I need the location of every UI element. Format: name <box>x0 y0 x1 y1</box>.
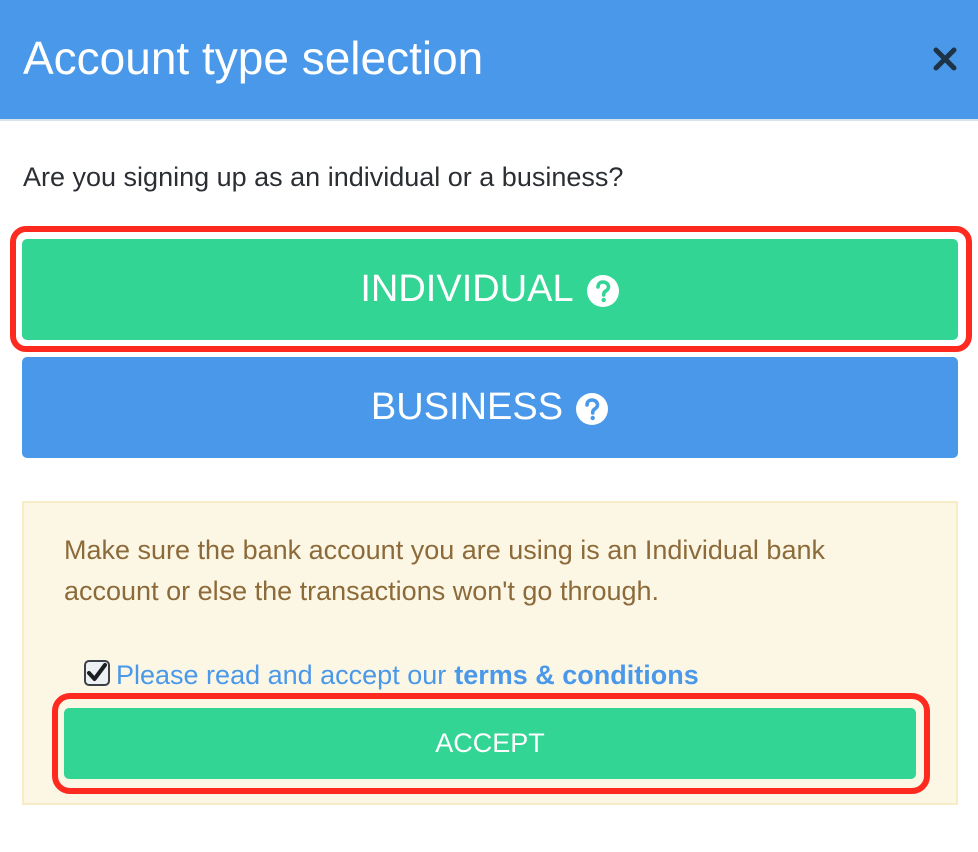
account-type-question: Are you signing up as an individual or a… <box>23 162 624 192</box>
accept-label: ACCEPT <box>435 728 545 758</box>
account-type-modal: Account type selection Are you signing u… <box>0 0 978 852</box>
modal-header: Account type selection <box>0 0 978 121</box>
question-circle-icon[interactable] <box>575 392 609 426</box>
terms-prefix: Please read and accept our <box>116 659 447 690</box>
terms-link[interactable]: terms & conditions <box>454 660 699 691</box>
business-button[interactable]: BUSINESS <box>22 357 958 458</box>
question-circle-icon[interactable] <box>586 274 620 308</box>
close-icon[interactable] <box>928 42 962 76</box>
accept-button[interactable]: ACCEPT <box>64 708 916 779</box>
business-label: BUSINESS <box>370 386 564 428</box>
modal-title: Account type selection <box>23 32 484 84</box>
individual-label: INDIVIDUAL <box>360 268 574 310</box>
notice-message: Make sure the bank account you are using… <box>64 535 825 606</box>
terms-checkbox[interactable] <box>84 660 110 686</box>
terms-row: Please read and accept our terms & condi… <box>84 657 699 693</box>
individual-button[interactable]: INDIVIDUAL <box>22 239 958 340</box>
